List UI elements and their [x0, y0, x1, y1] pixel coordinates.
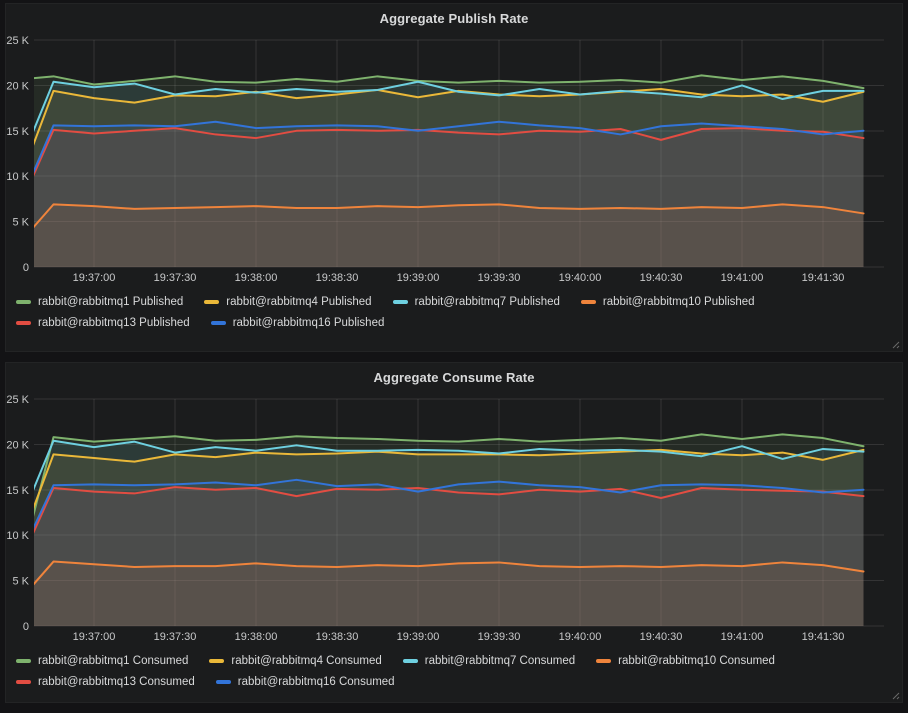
legend-publish: rabbit@rabbitmq1 Published rabbit@rabbitm…	[6, 282, 902, 329]
legend-label: rabbit@rabbitmq7 Published	[415, 296, 560, 308]
x-axis-tick-label: 19:39:00	[397, 272, 440, 282]
y-axis-tick-label: 0	[23, 621, 29, 633]
x-axis-tick-label: 19:39:00	[397, 631, 440, 641]
y-axis-tick-label: 15 K	[6, 126, 29, 138]
legend-label: rabbit@rabbitmq4 Consumed	[231, 655, 381, 667]
x-axis-tick-label: 19:38:30	[316, 272, 359, 282]
legend-color-swatch-icon	[16, 680, 31, 684]
x-axis-tick-label: 19:37:00	[73, 631, 116, 641]
panel-title: Aggregate Publish Rate	[6, 4, 902, 32]
legend-label: rabbit@rabbitmq10 Published	[603, 296, 755, 308]
legend-item[interactable]: rabbit@rabbitmq16 Published	[211, 317, 385, 329]
x-axis-tick-label: 19:41:30	[802, 631, 845, 641]
legend-label: rabbit@rabbitmq10 Consumed	[618, 655, 775, 667]
x-axis-tick-label: 19:39:30	[478, 631, 521, 641]
x-axis-tick-label: 19:38:00	[235, 272, 278, 282]
series-area	[13, 480, 864, 626]
x-axis-tick-label: 19:40:00	[559, 272, 602, 282]
legend-color-swatch-icon	[16, 300, 31, 304]
panel-resize-handle-icon[interactable]	[892, 341, 900, 349]
legend-color-swatch-icon	[403, 659, 418, 663]
x-axis-tick-label: 19:40:30	[640, 631, 683, 641]
legend-item[interactable]: rabbit@rabbitmq13 Published	[16, 317, 190, 329]
legend-item[interactable]: rabbit@rabbitmq1 Consumed	[16, 655, 188, 667]
x-axis-tick-label: 19:39:30	[478, 272, 521, 282]
legend-item[interactable]: rabbit@rabbitmq7 Published	[393, 296, 560, 308]
legend-color-swatch-icon	[211, 321, 226, 325]
legend-item[interactable]: rabbit@rabbitmq4 Consumed	[209, 655, 381, 667]
legend-item[interactable]: rabbit@rabbitmq10 Published	[581, 296, 755, 308]
legend-color-swatch-icon	[209, 659, 224, 663]
y-axis-tick-label: 20 K	[6, 80, 29, 92]
legend-item[interactable]: rabbit@rabbitmq16 Consumed	[216, 676, 395, 688]
panel-title: Aggregate Consume Rate	[6, 363, 902, 391]
dashboard: Aggregate Publish Rate 0 5 K 10 K 15 K 20 K 2…	[0, 0, 908, 703]
x-axis-tick-label: 19:40:30	[640, 272, 683, 282]
legend-item[interactable]: rabbit@rabbitmq13 Consumed	[16, 676, 195, 688]
y-axis-tick-label: 10 K	[6, 530, 29, 542]
legend-color-swatch-icon	[16, 321, 31, 325]
legend-color-swatch-icon	[204, 300, 219, 304]
y-axis-tick-label: 10 K	[6, 171, 29, 183]
legend-color-swatch-icon	[581, 300, 596, 304]
y-axis-tick-label: 15 K	[6, 485, 29, 497]
y-axis-tick-label: 25 K	[6, 394, 29, 406]
legend-label: rabbit@rabbitmq16 Consumed	[238, 676, 395, 688]
legend-label: rabbit@rabbitmq16 Published	[233, 317, 385, 329]
legend-label: rabbit@rabbitmq1 Consumed	[38, 655, 188, 667]
y-axis-tick-label: 25 K	[6, 35, 29, 47]
legend-color-swatch-icon	[216, 680, 231, 684]
x-axis-tick-label: 19:41:00	[721, 631, 764, 641]
legend-item[interactable]: rabbit@rabbitmq10 Consumed	[596, 655, 775, 667]
y-axis-tick-label: 20 K	[6, 439, 29, 451]
legend-color-swatch-icon	[393, 300, 408, 304]
x-axis-tick-label: 19:37:30	[154, 631, 197, 641]
chart-canvas-consume[interactable]: 0 5 K 10 K 15 K 20 K 25 K 19:37:00 19:37:30 19:3…	[6, 391, 903, 641]
x-axis-tick-label: 19:41:30	[802, 272, 845, 282]
panel-resize-handle-icon[interactable]	[892, 692, 900, 700]
legend-label: rabbit@rabbitmq7 Consumed	[425, 655, 575, 667]
legend-color-swatch-icon	[16, 659, 31, 663]
x-axis-tick-label: 19:41:00	[721, 272, 764, 282]
x-axis-tick-label: 19:37:00	[73, 272, 116, 282]
x-axis-tick-label: 19:37:30	[154, 272, 197, 282]
legend-label: rabbit@rabbitmq1 Published	[38, 296, 183, 308]
chart-canvas-publish[interactable]: 0 5 K 10 K 15 K 20 K 25 K 19:37:00 19:37:30 19:3…	[6, 32, 903, 282]
x-axis-tick-label: 19:38:00	[235, 631, 278, 641]
legend-label: rabbit@rabbitmq4 Published	[226, 296, 371, 308]
x-axis-tick-label: 19:40:00	[559, 631, 602, 641]
y-axis-tick-label: 5 K	[12, 217, 29, 229]
legend-label: rabbit@rabbitmq13 Published	[38, 317, 190, 329]
panel-aggregate-publish-rate: Aggregate Publish Rate 0 5 K 10 K 15 K 20 K 2…	[5, 3, 903, 352]
legend-consume: rabbit@rabbitmq1 Consumed rabbit@rabbitmq…	[6, 641, 902, 688]
legend-color-swatch-icon	[596, 659, 611, 663]
y-axis-tick-label: 0	[23, 262, 29, 274]
legend-label: rabbit@rabbitmq13 Consumed	[38, 676, 195, 688]
panel-aggregate-consume-rate: Aggregate Consume Rate 0 5 K 10 K 15 K 20 K 2…	[5, 362, 903, 703]
legend-item[interactable]: rabbit@rabbitmq7 Consumed	[403, 655, 575, 667]
legend-item[interactable]: rabbit@rabbitmq1 Published	[16, 296, 183, 308]
y-axis-tick-label: 5 K	[12, 576, 29, 588]
legend-item[interactable]: rabbit@rabbitmq4 Published	[204, 296, 371, 308]
x-axis-tick-label: 19:38:30	[316, 631, 359, 641]
series-area	[13, 122, 864, 267]
